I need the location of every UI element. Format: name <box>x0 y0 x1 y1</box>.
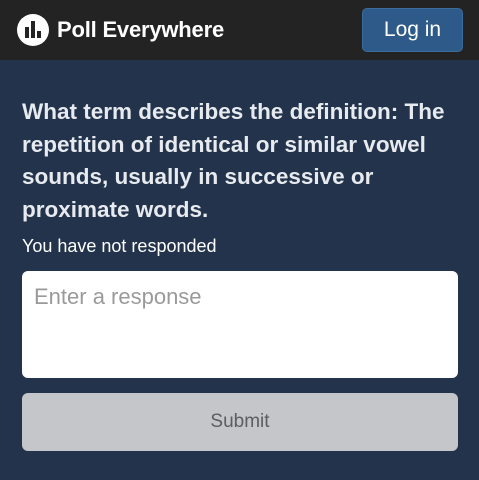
top-navigation-bar: Poll Everywhere Log in <box>0 0 479 60</box>
brand-name: Poll Everywhere <box>57 17 224 42</box>
poll-everywhere-logo-icon <box>17 14 49 46</box>
response-input[interactable] <box>22 271 458 378</box>
poll-question: What term describes the definition: The … <box>22 99 445 222</box>
submit-button[interactable]: Submit <box>22 393 458 451</box>
response-status: You have not responded <box>22 236 217 256</box>
login-button[interactable]: Log in <box>362 8 463 52</box>
poll-content: What term describes the definition: The … <box>22 96 458 451</box>
brand[interactable]: Poll Everywhere <box>17 14 224 46</box>
